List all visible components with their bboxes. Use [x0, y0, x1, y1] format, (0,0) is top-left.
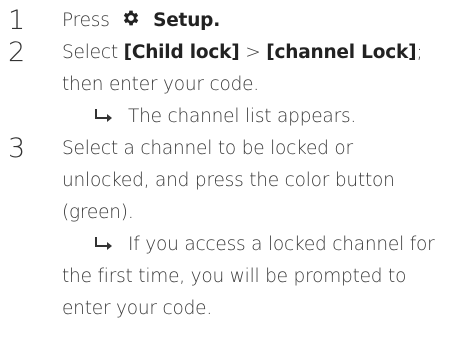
result-arrow-icon [95, 109, 112, 122]
instruction-page: { "steps": [ { "number": "1", "press": "… [0, 0, 455, 352]
step-3-line-1: Select a channel to be locked or [62, 138, 353, 159]
gear-icon [124, 10, 139, 26]
step-3-line-3: (green). [62, 202, 134, 223]
press-text: Press [62, 10, 110, 31]
semicolon: ; [416, 42, 423, 63]
setup-label: Setup. [153, 10, 221, 31]
step-2-result-text: The channel list appears. [128, 106, 357, 127]
step-2-line-1: Select [Child lock] > [channel Lock]; [62, 37, 423, 69]
step-3-line-2: unlocked, and press the color button [62, 170, 395, 191]
step-3-result-line-2: the first time, you will be prompted to [62, 266, 407, 287]
step-3-result-line-1: If you access a locked channel for [94, 229, 435, 261]
step-number-3: 3 [8, 133, 26, 164]
step-3-result-line-3: enter your code. [62, 298, 213, 319]
step-1-line: Press Setup. [62, 5, 220, 37]
child-lock-label: [Child lock] [123, 42, 240, 63]
result-arrow-icon [95, 237, 112, 250]
step-2-line-2: then enter your code. [62, 74, 259, 95]
step-3-result-text-1: If you access a locked channel for [128, 234, 435, 255]
step-2-result: The channel list appears. [94, 101, 356, 133]
select-text: Select [62, 42, 118, 63]
step-number-2: 2 [8, 37, 26, 68]
channel-lock-label: [channel Lock] [266, 42, 417, 63]
step-number-1: 1 [8, 5, 26, 36]
separator: > [245, 42, 261, 63]
